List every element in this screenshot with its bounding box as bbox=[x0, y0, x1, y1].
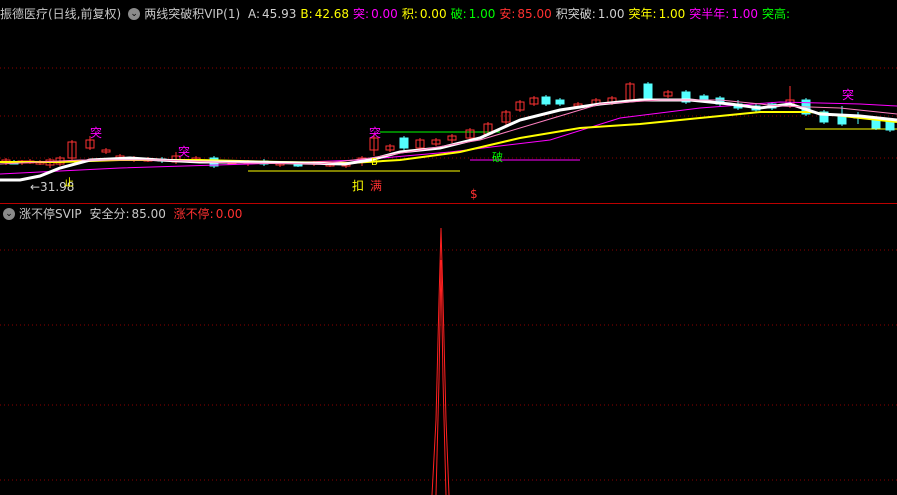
tu-marker-4: 突 bbox=[842, 88, 855, 102]
candle-body bbox=[399, 137, 409, 149]
tu-marker-2: 突 bbox=[178, 145, 191, 159]
candle-body bbox=[837, 115, 847, 125]
candle-body bbox=[643, 83, 653, 99]
tu-marker-1: 突 bbox=[90, 126, 103, 140]
candle-body bbox=[699, 95, 709, 101]
candle-body bbox=[541, 96, 551, 105]
kou-marker: 扣 bbox=[352, 179, 365, 193]
dollar-marker: $ bbox=[470, 187, 478, 201]
tu-marker-3: 突 bbox=[369, 126, 382, 140]
zhi-marker: 止 bbox=[64, 178, 74, 189]
kline-chart[interactable] bbox=[0, 0, 897, 495]
b-marker: B bbox=[371, 157, 378, 168]
man-marker: 满 bbox=[370, 179, 383, 193]
candle-body bbox=[885, 121, 895, 131]
po-marker: 破 bbox=[492, 151, 503, 164]
candle-body bbox=[871, 119, 881, 129]
candle-body bbox=[555, 99, 565, 105]
